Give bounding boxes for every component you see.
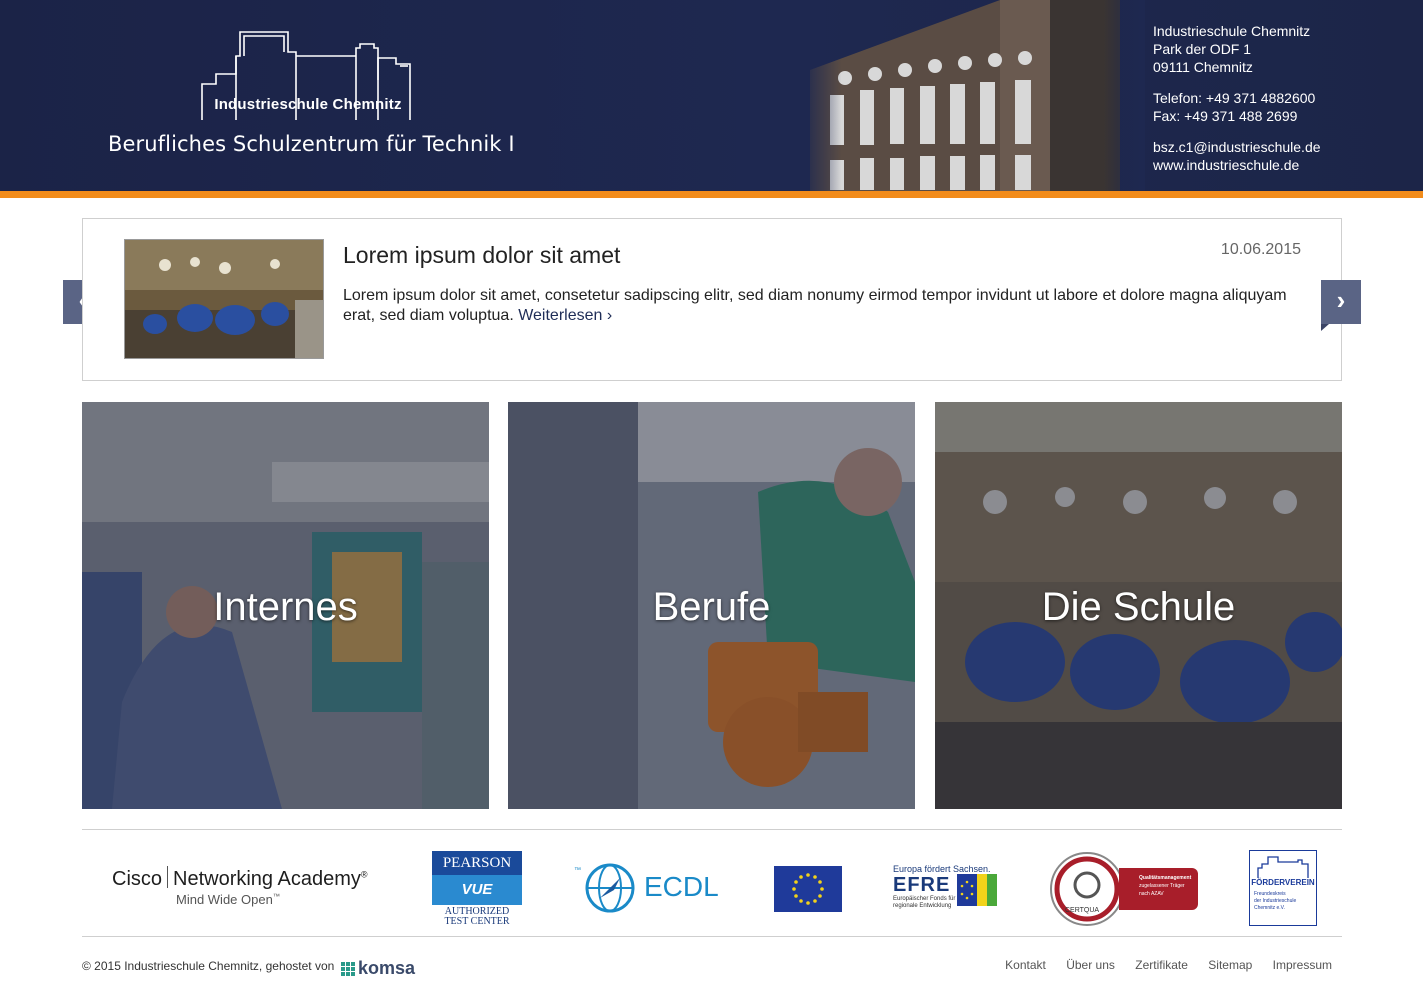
ecdl-globe-icon (585, 863, 635, 913)
certqua-logo[interactable]: CERTQUA Qualitätsmanagement zugelassener… (1049, 851, 1199, 927)
cisco-tm-mark: ™ (272, 893, 280, 901)
footer-copyright: © 2015 Industrieschule Chemnitz, gehoste… (82, 958, 415, 979)
foerderverein-sub-1: Freundeskreis (1254, 891, 1286, 897)
contact-web-link[interactable]: www.industrieschule.de (1153, 156, 1321, 174)
pearson-vue-label: VUE (432, 875, 522, 905)
tile-internes[interactable]: Internes (82, 402, 489, 809)
cisco-sub-label: Mind Wide Open (176, 892, 273, 907)
tile-berufe[interactable]: Berufe (508, 402, 915, 809)
cisco-registered-mark: ® (360, 869, 368, 880)
cisco-networking-academy-logo[interactable]: Cisco Networking Academy® Mind Wide Open™ (112, 866, 368, 907)
efre-flag-icon (957, 874, 997, 906)
komsa-label: komsa (358, 958, 416, 978)
tile-die-schule-label: Die Schule (1041, 585, 1236, 629)
contact-line: Park der ODF 1 (1153, 41, 1252, 57)
pearson-vue-logo[interactable]: PEARSON VUE AUTHORIZED TEST CENTER (432, 851, 522, 927)
footer-link-zertifikate[interactable]: Zertifikate (1135, 958, 1188, 972)
pearson-test-center-label: TEST CENTER (444, 916, 510, 927)
footer-links: Kontakt Über uns Zertifikate Sitemap Imp… (988, 958, 1332, 972)
foerderverein-sub-3: Chemnitz e.V. (1254, 905, 1285, 911)
efre-top-label: Europa fördert Sachsen. (893, 864, 991, 874)
news-text: Lorem ipsum dolor sit amet, consetetur s… (343, 286, 1303, 326)
efre-label: EFRE (893, 874, 951, 896)
logo-name: Industrieschule Chemnitz (214, 96, 402, 113)
footer-divider (82, 936, 1342, 937)
ecdl-tm-mark: ™ (574, 867, 581, 874)
cisco-academy-label: Networking Academy (173, 868, 361, 890)
contact-email-link[interactable]: bsz.c1@industrieschule.de (1153, 138, 1321, 156)
ecdl-label: ECDL (644, 871, 719, 902)
contact-fax: Fax: +49 371 488 2699 (1153, 108, 1298, 124)
footer-link-impressum[interactable]: Impressum (1273, 958, 1332, 972)
foerderverein-logo[interactable]: FÖRDERVEREIN Freundeskreis der Industrie… (1249, 850, 1317, 926)
news-title[interactable]: Lorem ipsum dolor sit amet (343, 242, 620, 269)
news-date: 10.06.2015 (1220, 241, 1301, 258)
site-header: Industrieschule Chemnitz Berufliches Sch… (0, 0, 1423, 192)
tile-internes-label: Internes (213, 585, 358, 629)
pearson-label: PEARSON (432, 851, 522, 875)
footer-link-kontakt[interactable]: Kontakt (1005, 958, 1046, 972)
building-photo (800, 0, 1145, 192)
certqua-line-2: zugelassener Träger (1139, 883, 1185, 889)
news-slider: Lorem ipsum dolor sit amet 10.06.2015 Lo… (82, 218, 1342, 381)
footer-link-ueber-uns[interactable]: Über uns (1066, 958, 1115, 972)
slider-next-button[interactable]: › (1321, 280, 1361, 331)
news-body: Lorem ipsum dolor sit amet, consetetur s… (343, 287, 1287, 324)
cisco-label: Cisco (112, 868, 163, 890)
contact-block: Industrieschule Chemnitz Park der ODF 1 … (1153, 22, 1321, 174)
read-more-link[interactable]: Weiterlesen › (518, 307, 612, 324)
ecdl-logo[interactable]: ™ ECDL (574, 862, 724, 914)
certqua-name: CERTQUA (1065, 907, 1100, 914)
partner-divider-top (82, 829, 1342, 830)
efre-logo[interactable]: Europa fördert Sachsen. EFRE Europäische… (893, 864, 999, 914)
certqua-line-1: Qualitätsmanagement (1139, 875, 1192, 881)
tile-die-schule[interactable]: Die Schule (935, 402, 1342, 809)
contact-line: Industrieschule Chemnitz (1153, 23, 1311, 39)
komsa-grid-icon (340, 962, 355, 976)
footer-link-sitemap[interactable]: Sitemap (1208, 958, 1252, 972)
certqua-line-3: nach AZAV (1139, 891, 1164, 897)
header-accent-bar (0, 191, 1423, 198)
foerderverein-sub-2: der Industrieschule (1254, 898, 1297, 904)
eu-flag-icon[interactable] (774, 866, 842, 912)
news-thumbnail[interactable] (124, 239, 324, 359)
contact-phone: Telefon: +49 371 4882600 (1153, 90, 1316, 106)
school-subtitle: Berufliches Schulzentrum für Technik I (108, 132, 515, 156)
foerderverein-skyline-icon (1257, 856, 1309, 878)
certqua-seal-icon (1050, 852, 1124, 926)
contact-line: 09111 Chemnitz (1153, 59, 1253, 75)
tile-berufe-label: Berufe (652, 585, 771, 629)
komsa-logo[interactable]: komsa (340, 958, 416, 979)
foerderverein-title: FÖRDERVEREIN (1251, 878, 1315, 887)
copyright-text: © 2015 Industrieschule Chemnitz, gehoste… (82, 959, 335, 973)
